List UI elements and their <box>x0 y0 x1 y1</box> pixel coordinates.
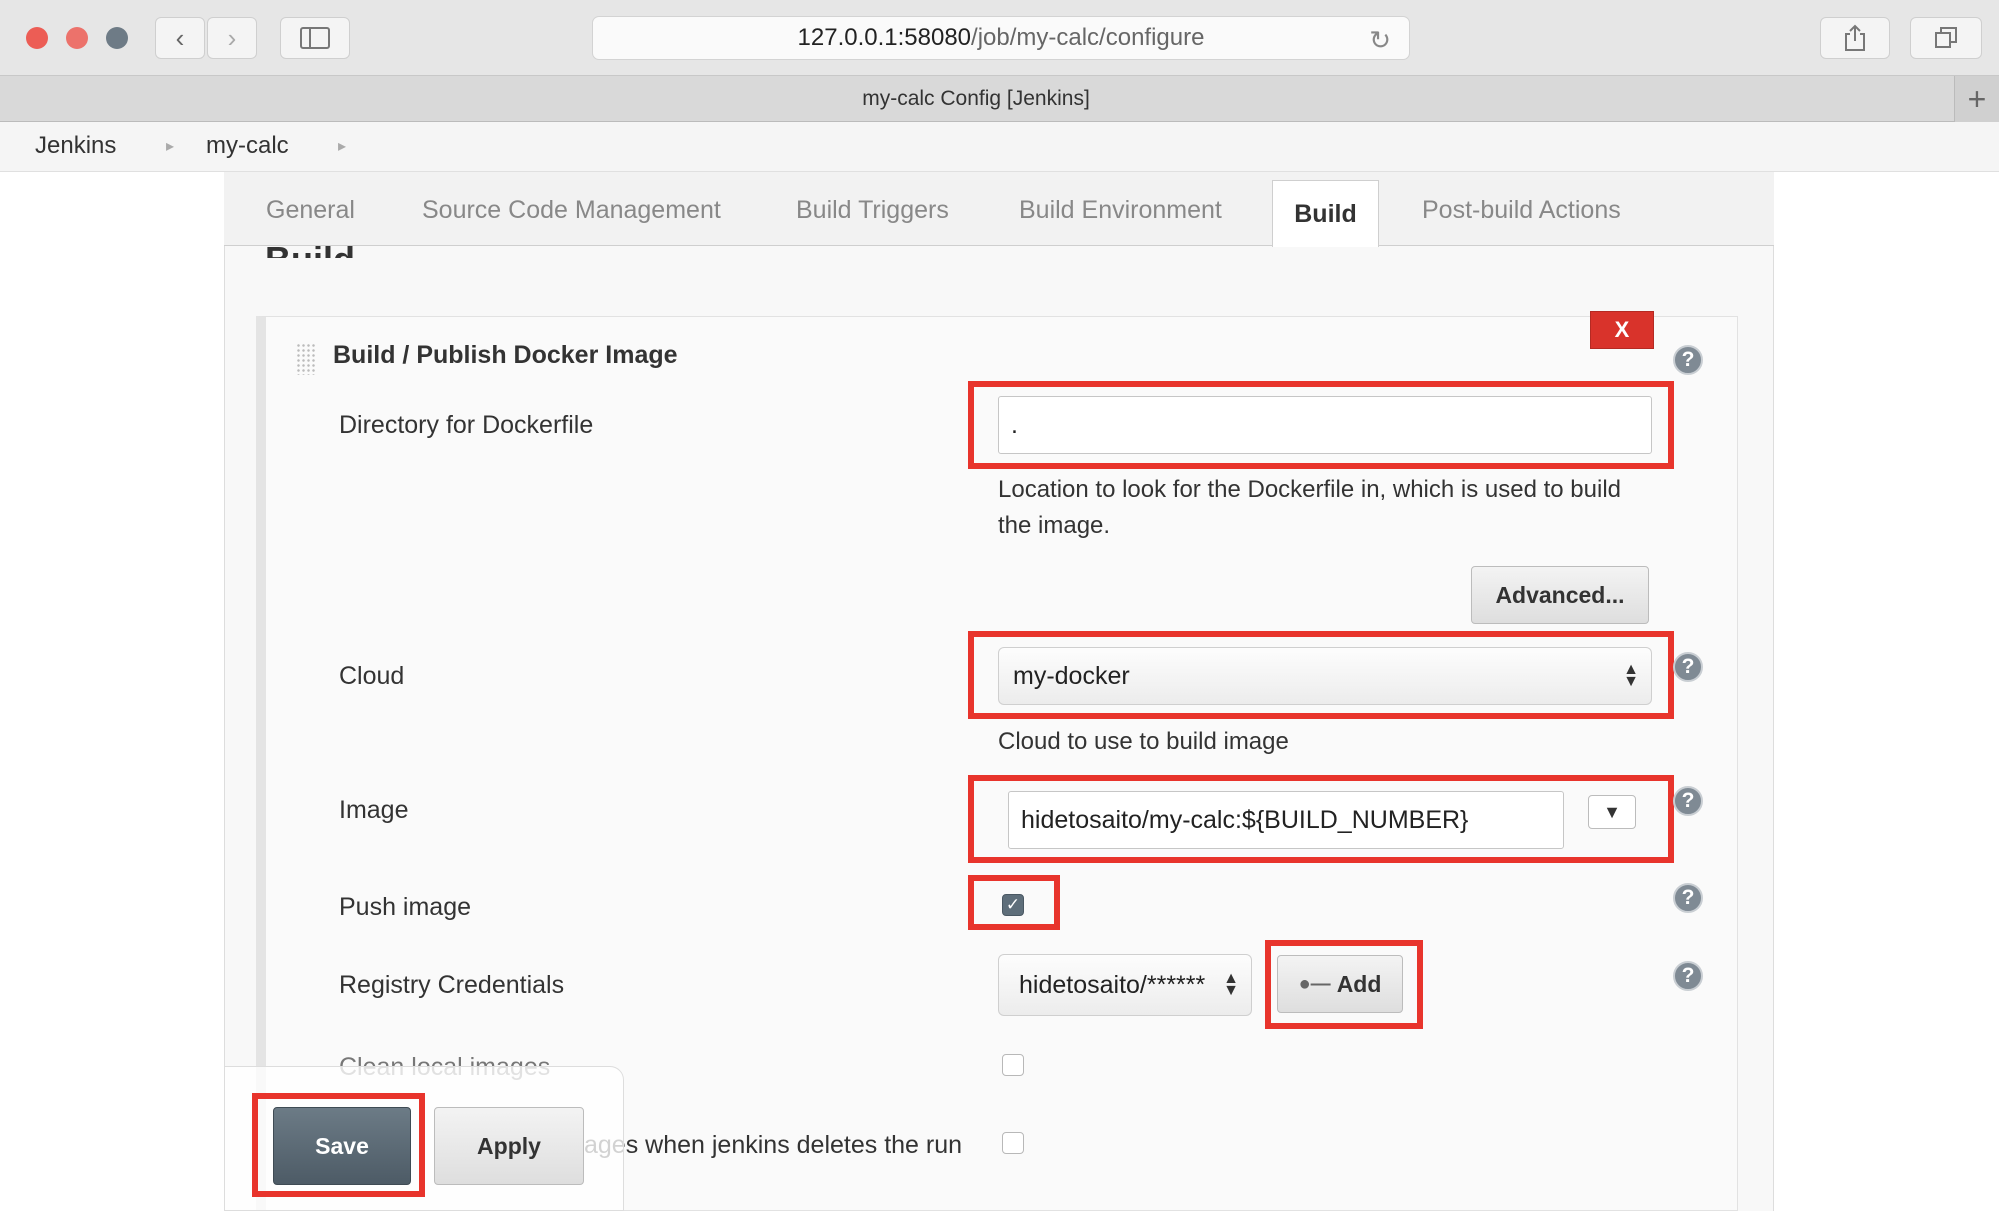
breadcrumb-arrow-icon[interactable]: ▸ <box>166 136 174 156</box>
chevron-left-icon: ‹ <box>175 22 185 53</box>
share-icon <box>1845 24 1865 51</box>
reload-icon[interactable]: ↻ <box>1369 25 1391 56</box>
browser-toolbar: ‹ › 127.0.0.1:58080/job/my-calc/configur… <box>0 0 1999 76</box>
forward-button[interactable]: › <box>207 17 257 59</box>
breadcrumb-jenkins[interactable]: Jenkins <box>35 132 116 160</box>
chevron-right-icon: › <box>227 22 237 53</box>
help-icon[interactable]: ? <box>1673 786 1703 816</box>
registry-credentials-select[interactable]: hidetosaito/****** ▲ ▼ <box>998 954 1252 1016</box>
cloud-label: Cloud <box>339 662 405 690</box>
maximize-window-icon[interactable] <box>106 27 128 49</box>
push-image-label: Push image <box>339 893 472 921</box>
add-credentials-label: Add <box>1336 970 1382 997</box>
push-image-checkbox[interactable]: ✓ <box>1002 894 1024 916</box>
tab-post-build-actions[interactable]: Post-build Actions <box>1422 196 1621 225</box>
url-host: 127.0.0.1:58080 <box>797 24 972 51</box>
directory-input[interactable]: . <box>998 396 1652 454</box>
image-dropdown-button[interactable]: ▼ <box>1588 795 1636 829</box>
drag-handle-icon[interactable] <box>296 343 316 375</box>
caret-down-icon: ▼ <box>1603 801 1621 822</box>
new-tab-icon[interactable]: + <box>1954 76 1999 122</box>
tab-build[interactable]: Build <box>1272 180 1379 247</box>
key-icon: ●— <box>1298 972 1331 995</box>
back-button[interactable]: ‹ <box>155 17 205 59</box>
browser-tab[interactable]: my-calc Config [Jenkins] <box>0 76 1952 122</box>
url-path: /job/my-calc/configure <box>971 24 1205 51</box>
close-window-icon[interactable] <box>26 27 48 49</box>
config-tabs: General Source Code Management Build Tri… <box>224 172 1774 246</box>
tab-build-environment[interactable]: Build Environment <box>1019 196 1222 225</box>
tabs-icon <box>1935 27 1957 48</box>
sidebar-toggle-button[interactable] <box>280 17 350 59</box>
build-step-title: Build / Publish Docker Image <box>333 341 678 369</box>
address-bar[interactable]: 127.0.0.1:58080/job/my-calc/configure ↻ <box>592 16 1410 60</box>
share-button[interactable] <box>1820 17 1890 59</box>
registry-credentials-label: Registry Credentials <box>339 971 565 999</box>
clean-on-delete-checkbox[interactable] <box>1002 1132 1024 1154</box>
minimize-window-icon[interactable] <box>66 27 88 49</box>
delete-step-button[interactable]: X <box>1590 311 1654 349</box>
breadcrumb: Jenkins ▸ my-calc ▸ <box>0 122 1999 172</box>
select-arrows-icon: ▲ ▼ <box>1223 970 1239 999</box>
directory-label: Directory for Dockerfile <box>339 411 594 439</box>
apply-button[interactable]: Apply <box>434 1107 584 1185</box>
directory-description: Location to look for the Dockerfile in, … <box>998 476 1622 539</box>
save-button[interactable]: Save <box>273 1107 411 1185</box>
sidebar-icon <box>300 27 330 49</box>
browser-tab-strip: my-calc Config [Jenkins] + <box>0 76 1999 122</box>
clean-local-images-checkbox[interactable] <box>1002 1054 1024 1076</box>
advanced-button[interactable]: Advanced... <box>1471 566 1649 624</box>
cloud-select[interactable]: my-docker ▲ ▼ <box>998 647 1652 705</box>
image-input[interactable]: hidetosaito/my-calc:${BUILD_NUMBER} <box>1008 791 1564 849</box>
breadcrumb-arrow-icon[interactable]: ▸ <box>338 136 346 156</box>
help-icon[interactable]: ? <box>1673 961 1703 991</box>
registry-credentials-value: hidetosaito/****** <box>1019 970 1206 999</box>
clean-on-delete-label: ages when jenkins deletes the run <box>584 1131 963 1159</box>
tab-build-triggers[interactable]: Build Triggers <box>796 196 949 225</box>
cloud-select-value: my-docker <box>1013 661 1130 690</box>
tab-general[interactable]: General <box>266 196 355 225</box>
image-label: Image <box>339 796 409 824</box>
tab-source-code-management[interactable]: Source Code Management <box>422 196 721 225</box>
help-icon[interactable]: ? <box>1673 883 1703 913</box>
tabs-overview-button[interactable] <box>1910 17 1982 59</box>
breadcrumb-my-calc[interactable]: my-calc <box>206 132 289 160</box>
help-icon[interactable]: ? <box>1673 652 1703 682</box>
cloud-description: Cloud to use to build image <box>998 728 1289 755</box>
add-credentials-button[interactable]: ●— Add <box>1277 955 1403 1013</box>
help-icon[interactable]: ? <box>1673 345 1703 375</box>
select-arrows-icon: ▲ ▼ <box>1623 661 1639 690</box>
